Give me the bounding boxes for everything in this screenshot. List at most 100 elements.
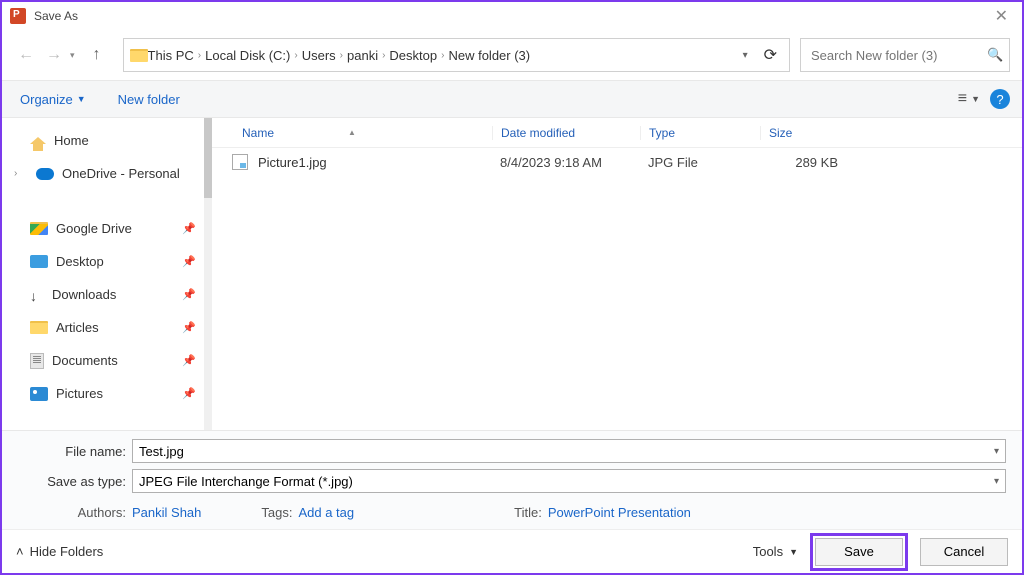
cancel-button[interactable]: Cancel (920, 538, 1008, 566)
pin-icon: 📌 (182, 255, 196, 268)
tools-button[interactable]: Tools ▼ (753, 544, 798, 559)
document-icon (30, 353, 44, 369)
sidebar-item-articles[interactable]: Articles 📌 (10, 311, 212, 344)
chevron-down-icon[interactable]: ▾ (994, 476, 999, 487)
pictures-icon (30, 387, 48, 401)
filename-input[interactable]: Test.jpg ▾ (132, 439, 1006, 463)
crumb[interactable]: Desktop (389, 48, 437, 63)
crumb[interactable]: Local Disk (C:) (205, 48, 290, 63)
window-title: Save As (34, 9, 78, 23)
powerpoint-icon (10, 8, 26, 24)
chevron-right-icon[interactable]: › (14, 168, 28, 179)
back-button[interactable]: ← (14, 43, 38, 67)
organize-label: Organize (20, 92, 73, 107)
crumb[interactable]: This PC (148, 48, 194, 63)
crumb[interactable]: Users (302, 48, 336, 63)
toolbar: Organize ▼ New folder ≡ ▼ ? (2, 80, 1022, 118)
crumb[interactable]: panki (347, 48, 378, 63)
history-dropdown[interactable]: ▾ (70, 50, 75, 61)
home-icon (30, 137, 46, 144)
up-button[interactable]: ↑ (85, 43, 109, 67)
forward-button[interactable]: → (42, 43, 66, 67)
new-folder-label: New folder (118, 92, 180, 107)
label: OneDrive - Personal (62, 166, 180, 181)
authors-label: Authors: (18, 505, 126, 520)
pin-icon: 📌 (182, 387, 196, 400)
sidebar-item-home[interactable]: Home (10, 124, 212, 157)
sidebar-item-gdrive[interactable]: Google Drive 📌 (10, 212, 212, 245)
onedrive-icon (36, 168, 54, 180)
crumb[interactable]: New folder (3) (448, 48, 530, 63)
sort-asc-icon: ▲ (348, 128, 356, 137)
tags-label: Tags: (261, 505, 292, 520)
column-headers: Name ▲ Date modified Type Size (212, 118, 1022, 148)
search-icon: 🔍 (987, 47, 1003, 63)
label: Documents (52, 353, 118, 368)
column-type[interactable]: Type (640, 126, 760, 140)
footer: ˄ Hide Folders Tools ▼ Save Cancel (2, 529, 1022, 573)
sidebar-item-onedrive[interactable]: › OneDrive - Personal (10, 157, 212, 190)
sidebar-item-downloads[interactable]: Downloads 📌 (10, 278, 212, 311)
folder-icon (30, 321, 48, 334)
pin-icon: 📌 (182, 288, 196, 301)
column-size[interactable]: Size (760, 126, 840, 140)
sidebar-item-documents[interactable]: Documents 📌 (10, 344, 212, 377)
file-list[interactable]: Name ▲ Date modified Type Size Picture1.… (212, 118, 1022, 430)
filename-label: File name: (18, 444, 126, 459)
new-folder-button[interactable]: New folder (112, 88, 186, 111)
breadcrumb[interactable]: This PC› Local Disk (C:)› Users› panki› … (148, 48, 531, 63)
save-highlight: Save (810, 533, 908, 571)
hide-folders-label: Hide Folders (30, 544, 104, 559)
chevron-up-icon: ˄ (16, 544, 24, 559)
save-fields: File name: Test.jpg ▾ Save as type: JPEG… (2, 430, 1022, 532)
title-label: Title: (514, 505, 542, 520)
chevron-down-icon[interactable]: ▾ (994, 446, 999, 457)
label: Articles (56, 320, 99, 335)
column-date[interactable]: Date modified (492, 126, 640, 140)
label: Google Drive (56, 221, 132, 236)
metadata-row: Authors: Pankil Shah Tags: Add a tag Tit… (18, 499, 1006, 532)
tags-value[interactable]: Add a tag (298, 505, 354, 520)
file-size: 289 KB (768, 155, 848, 170)
main-area: Home › OneDrive - Personal Google Drive … (2, 118, 1022, 430)
search-input[interactable] (811, 48, 987, 63)
label: Pictures (56, 386, 103, 401)
file-row[interactable]: Picture1.jpg 8/4/2023 9:18 AM JPG File 2… (212, 148, 1022, 176)
address-dropdown-icon[interactable]: ▾ (737, 50, 754, 61)
authors-value[interactable]: Pankil Shah (132, 505, 201, 520)
column-name[interactable]: Name ▲ (242, 126, 492, 140)
folder-icon (130, 49, 148, 62)
hide-folders-button[interactable]: ˄ Hide Folders (16, 544, 103, 559)
pin-icon: 📌 (182, 354, 196, 367)
savetype-select[interactable]: JPEG File Interchange Format (*.jpg) ▾ (132, 469, 1006, 493)
filename-value: Test.jpg (139, 444, 184, 459)
help-button[interactable]: ? (990, 89, 1010, 109)
sidebar: Home › OneDrive - Personal Google Drive … (2, 118, 212, 430)
search-box[interactable]: 🔍 (800, 38, 1010, 72)
nav-bar: ← → ▾ ↑ This PC› Local Disk (C:)› Users›… (2, 30, 1022, 80)
view-options-button[interactable]: ≡ ▼ (958, 90, 980, 108)
title-bar: Save As ✕ (2, 2, 1022, 30)
file-date: 8/4/2023 9:18 AM (500, 155, 648, 170)
list-icon: ≡ (958, 90, 967, 108)
file-type: JPG File (648, 155, 768, 170)
download-icon (30, 288, 44, 302)
refresh-button[interactable]: ⟳ (758, 45, 783, 65)
chevron-down-icon: ▼ (971, 94, 980, 104)
address-bar[interactable]: This PC› Local Disk (C:)› Users› panki› … (123, 38, 790, 72)
close-button[interactable]: ✕ (989, 6, 1014, 26)
title-value[interactable]: PowerPoint Presentation (548, 505, 691, 520)
pin-icon: 📌 (182, 321, 196, 334)
sidebar-item-pictures[interactable]: Pictures 📌 (10, 377, 212, 410)
sidebar-scrollbar[interactable] (204, 118, 212, 430)
save-button[interactable]: Save (815, 538, 903, 566)
chevron-down-icon: ▼ (789, 547, 798, 557)
sidebar-item-desktop[interactable]: Desktop 📌 (10, 245, 212, 278)
label: Downloads (52, 287, 116, 302)
label: Desktop (56, 254, 104, 269)
savetype-value: JPEG File Interchange Format (*.jpg) (139, 474, 353, 489)
col-label: Name (242, 126, 274, 140)
organize-button[interactable]: Organize ▼ (14, 88, 92, 111)
desktop-icon (30, 255, 48, 268)
pin-icon: 📌 (182, 222, 196, 235)
